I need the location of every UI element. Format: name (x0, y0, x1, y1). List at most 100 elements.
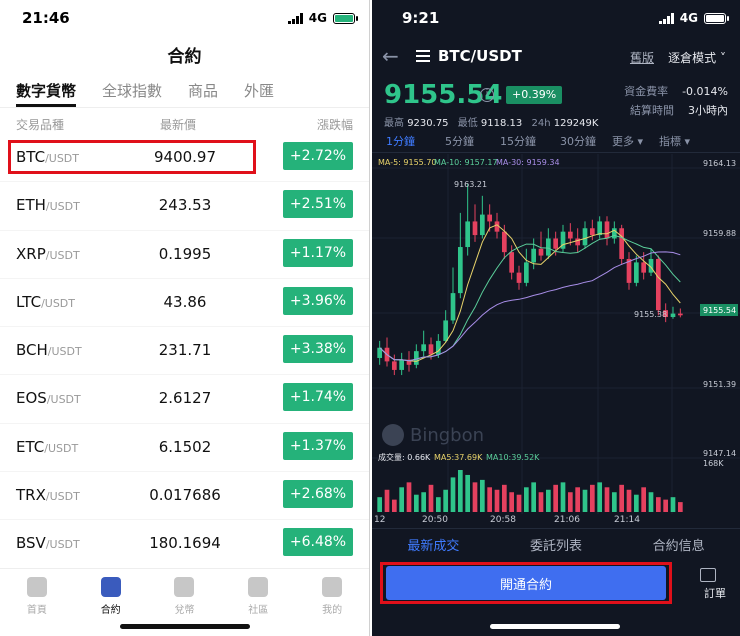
volume-bar (479, 479, 485, 512)
volume-bar (582, 489, 588, 512)
candle-body (545, 238, 551, 256)
divider (372, 152, 740, 153)
status-right: 4G (287, 11, 358, 25)
tab-commodity[interactable]: 商品 (188, 72, 218, 107)
back-arrow-icon[interactable]: ← (382, 44, 399, 68)
peak-annotation: 9163.21 (454, 180, 487, 189)
tab-forex[interactable]: 外匯 (244, 72, 274, 107)
tab-order-list[interactable]: 委託列表 (495, 529, 618, 558)
tab-latest-trades[interactable]: 最新成交 (372, 529, 495, 558)
menu-icon[interactable] (416, 50, 430, 62)
volume-bar (435, 497, 441, 512)
indicator-menu[interactable]: 指標 ▾ (651, 130, 698, 152)
row-symbol: TRX/USDT (16, 486, 80, 505)
kline-chart[interactable]: MA-5: 9155.70 MA-10: 9157.17 MA-30: 9159… (372, 154, 740, 526)
row-price: 9400.97 (153, 148, 217, 166)
row-symbol: ETC/USDT (16, 437, 79, 456)
row-price: 0.1995 (158, 244, 212, 263)
tab-global-index[interactable]: 全球指數 (102, 72, 162, 107)
candle-body (553, 238, 559, 249)
market-row-etc[interactable]: ETC/USDT 6.1502 +1.37% (0, 424, 369, 473)
ticker-stats: 最高 9230.75 最低 9118.13 24h 129249K (384, 118, 599, 129)
row-price: 43.86 (163, 292, 207, 311)
ma30-legend: MA-30: 9159.34 (496, 158, 560, 167)
volume-bar (443, 489, 449, 512)
candle-body (567, 231, 573, 239)
interval-5m[interactable]: 5分鐘 (437, 130, 482, 152)
battery-icon (333, 12, 358, 24)
volume-bar (567, 492, 573, 512)
order-label[interactable]: 訂單 (704, 585, 726, 601)
watermark: Bingbon (382, 424, 484, 446)
time-label: 21:06 (554, 515, 580, 525)
volume-bar (523, 487, 529, 512)
candle-body (457, 247, 463, 294)
volume-bar (428, 484, 434, 512)
volume-bar (677, 502, 683, 512)
left-phone-screen: 21:46 4G 合約 數字貨幣 全球指數 商品 外匯 交易品種 最新價 漲跌幅… (0, 0, 370, 636)
candle-body (523, 262, 529, 283)
volume-bar (509, 492, 515, 512)
volume-bar (421, 492, 427, 512)
status-bar: 9:21 4G (372, 0, 740, 34)
tab-crypto[interactable]: 數字貨幣 (16, 72, 77, 107)
home-indicator (120, 624, 250, 629)
volume-bar (457, 470, 463, 512)
market-row-bch[interactable]: BCH/USDT 231.71 +3.38% (0, 327, 369, 376)
tab-contract-info[interactable]: 合約信息 (617, 529, 740, 558)
candle-body (575, 238, 581, 246)
network-label: 4G (679, 11, 698, 25)
time-label: 20:58 (490, 515, 516, 525)
interval-more[interactable]: 更多 ▾ (604, 130, 651, 152)
order-icon[interactable] (700, 568, 716, 582)
open-contract-button[interactable]: 開通合約 (386, 566, 666, 600)
vol-y-label: 168K (703, 459, 724, 468)
interval-1m[interactable]: 1分鐘 (378, 130, 423, 152)
margin-mode-selector[interactable]: 逐倉模式 ˅ (668, 49, 726, 66)
row-symbol: XRP/USDT (16, 244, 80, 263)
time-label: 12 (374, 515, 385, 525)
status-time: 21:46 (22, 9, 70, 27)
volume-bar (413, 494, 419, 512)
row-change-badge: +3.96% (283, 286, 353, 315)
market-row-trx[interactable]: TRX/USDT 0.017686 +2.68% (0, 472, 369, 521)
volume-bar (597, 482, 603, 512)
candle-body (589, 228, 595, 236)
market-row-xrp[interactable]: XRP/USDT 0.1995 +1.17% (0, 231, 369, 279)
market-row-btc[interactable]: BTC/USDT 9400.97 +2.72% (0, 134, 369, 183)
candle-body (399, 359, 405, 370)
candle-body (538, 248, 544, 256)
volume-bar (648, 492, 654, 512)
interval-selector: 1分鐘 5分鐘 15分鐘 30分鐘 更多 ▾ 指標 ▾ (372, 130, 740, 152)
candle-body (531, 248, 537, 263)
candle-body (641, 262, 647, 273)
status-right: 4G (658, 11, 729, 25)
row-change-badge: +1.74% (283, 383, 353, 412)
market-row-eth[interactable]: ETH/USDT 243.53 +2.51% (0, 182, 369, 231)
interval-15m[interactable]: 15分鐘 (492, 130, 544, 152)
candle-body (428, 344, 434, 355)
col-symbol: 交易品種 (16, 118, 65, 132)
vol-ma5-legend: MA5:37.69K (434, 453, 483, 462)
candle-body (487, 214, 493, 222)
col-price: 最新價 (160, 118, 197, 132)
candle-body (443, 320, 449, 341)
info-icon[interactable]: i (480, 88, 494, 102)
nav-home[interactable]: 首頁 (0, 569, 74, 636)
ma5-legend: MA-5: 9155.70 (378, 158, 437, 167)
market-row-ltc[interactable]: LTC/USDT 43.86 +3.96% (0, 279, 369, 328)
market-row-bsv[interactable]: BSV/USDT 180.1694 +6.48% (0, 520, 369, 569)
y-label-1: 9159.88 (703, 229, 736, 238)
nav-profile[interactable]: 我的 (295, 569, 369, 636)
interval-30m[interactable]: 30分鐘 (552, 130, 604, 152)
candle-body (619, 228, 625, 259)
market-row-eos[interactable]: EOS/USDT 2.6127 +1.74% (0, 375, 369, 424)
row-change-badge: +1.17% (283, 238, 353, 267)
old-version-link[interactable]: 舊版 (630, 49, 654, 66)
row-change-badge: +2.51% (283, 190, 353, 219)
volume-bar (641, 487, 647, 512)
row-change-badge: +2.68% (283, 480, 353, 509)
pair-title[interactable]: BTC/USDT (438, 47, 522, 65)
candle-body (450, 293, 456, 321)
candle-body (509, 252, 515, 273)
